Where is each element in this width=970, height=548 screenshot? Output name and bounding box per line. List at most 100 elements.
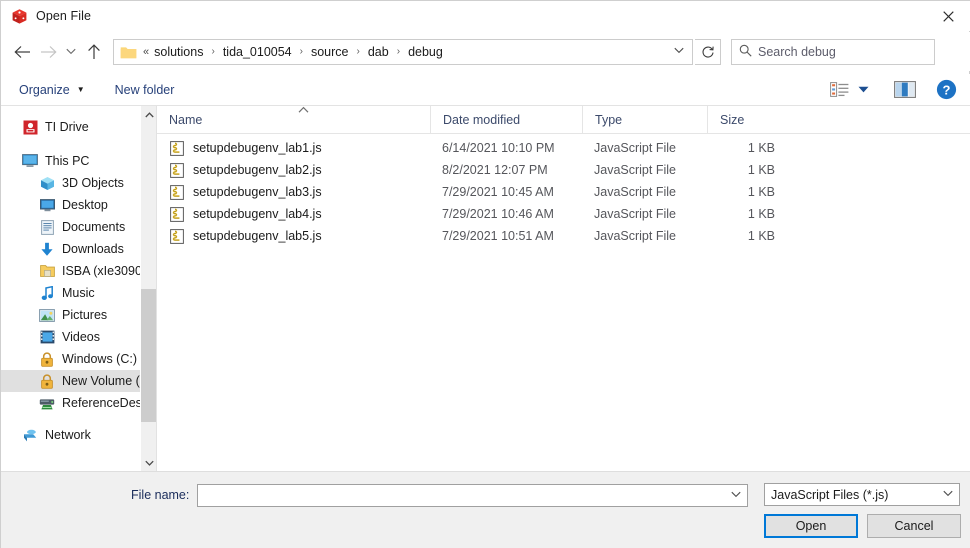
sidebar-item-documents[interactable]: Documents	[1, 216, 156, 238]
chevron-down-icon	[66, 48, 76, 55]
file-type: JavaScript File	[594, 229, 676, 243]
address-bar[interactable]: « solutions › tida_010054 › source › dab…	[113, 38, 693, 65]
red-cube-icon	[10, 7, 28, 25]
breadcrumb-item-tida_010054[interactable]: tida_010054	[222, 45, 293, 59]
file-type-select[interactable]: JavaScript Files (*.js)	[764, 483, 960, 506]
table-row[interactable]: setupdebugenv_lab4.js 7/29/2021 10:46 AM…	[157, 203, 970, 225]
sidebar-item-isba[interactable]: ISBA (xIe3090dm	[1, 260, 156, 282]
js-file-icon	[169, 140, 185, 156]
preview-pane-button[interactable]	[891, 78, 919, 102]
sidebar-item-label: 3D Objects	[62, 176, 124, 190]
column-header-type[interactable]: Type	[582, 105, 707, 134]
table-row[interactable]: setupdebugenv_lab3.js 7/29/2021 10:45 AM…	[157, 181, 970, 203]
sidebar-item-label: Documents	[62, 220, 126, 234]
sidebar-item-network[interactable]: Network	[1, 424, 156, 446]
file-name-cell: setupdebugenv_lab1.js	[157, 140, 430, 156]
command-bar: Organize ▼ New folder ?	[1, 74, 970, 106]
recent-locations-button[interactable]	[61, 39, 81, 65]
column-header-name[interactable]: Name	[157, 106, 430, 134]
scroll-up-button[interactable]	[141, 106, 156, 123]
sidebar-item-3d-objects[interactable]: 3D Objects	[1, 172, 156, 194]
breadcrumb-item-dab[interactable]: dab	[367, 45, 390, 59]
sidebar-item-ti-drive[interactable]: TI Drive	[1, 116, 156, 138]
sidebar-item-label: Music	[62, 286, 95, 300]
column-header-label: Name	[169, 112, 203, 127]
pictures-icon	[39, 307, 55, 323]
column-header-label: Date modified	[443, 112, 521, 127]
breadcrumb-overflow[interactable]: «	[143, 46, 153, 58]
sidebar-item-label: Pictures	[62, 308, 108, 322]
file-type: JavaScript File	[594, 141, 676, 155]
help-button[interactable]: ?	[933, 77, 959, 103]
breadcrumb-separator[interactable]: ›	[293, 46, 310, 57]
file-name: setupdebugenv_lab3.js	[193, 185, 322, 199]
navigation-sidebar[interactable]: TI Drive This PC 3D Objects Desktop Docu…	[1, 106, 156, 471]
3d-objects-icon	[39, 175, 55, 191]
search-box[interactable]: Search debug	[731, 38, 935, 65]
chevron-down-icon[interactable]	[727, 490, 745, 501]
documents-icon	[39, 219, 55, 235]
file-date: 7/29/2021 10:46 AM	[442, 207, 554, 221]
search-icon	[732, 44, 758, 60]
sidebar-item-pictures[interactable]: Pictures	[1, 304, 156, 326]
new-folder-label: New folder	[114, 82, 175, 97]
file-name-input[interactable]	[197, 483, 748, 507]
up-button[interactable]	[81, 39, 107, 65]
column-header-date-modified[interactable]: Date modified	[430, 105, 582, 134]
column-header-size[interactable]: Size	[707, 105, 787, 134]
table-row[interactable]: setupdebugenv_lab1.js 6/14/2021 10:10 PM…	[157, 137, 970, 159]
sidebar-item-videos[interactable]: Videos	[1, 326, 156, 348]
scrollbar-thumb[interactable]	[141, 289, 156, 422]
address-dropdown-button[interactable]	[668, 46, 690, 57]
file-name: setupdebugenv_lab4.js	[193, 207, 322, 221]
sidebar-item-referencedesign[interactable]: ReferenceDesign	[1, 392, 156, 414]
table-row[interactable]: setupdebugenv_lab5.js 7/29/2021 10:51 AM…	[157, 225, 970, 247]
desktop-icon	[39, 197, 55, 213]
scroll-down-button[interactable]	[141, 454, 156, 471]
change-view-button[interactable]	[825, 78, 853, 102]
file-size: 1 KB	[747, 229, 775, 243]
this-pc-icon	[22, 153, 38, 169]
view-dropdown-button[interactable]	[853, 78, 873, 102]
sidebar-scrollbar[interactable]	[140, 106, 156, 471]
file-size: 1 KB	[747, 163, 775, 177]
breadcrumb-item-source[interactable]: source	[310, 45, 350, 59]
table-row[interactable]: setupdebugenv_lab2.js 8/2/2021 12:07 PM …	[157, 159, 970, 181]
search-input[interactable]: Search debug	[758, 45, 836, 59]
forward-button[interactable]	[35, 39, 61, 65]
open-button[interactable]: Open	[764, 514, 858, 538]
organize-button[interactable]: Organize ▼	[13, 78, 91, 102]
sidebar-item-downloads[interactable]: Downloads	[1, 238, 156, 260]
close-button[interactable]	[925, 1, 970, 31]
breadcrumb-item-debug[interactable]: debug	[407, 45, 444, 59]
file-name: setupdebugenv_lab1.js	[193, 141, 322, 155]
sidebar-item-label: Desktop	[62, 198, 108, 212]
sidebar-item-label: TI Drive	[45, 120, 89, 134]
close-icon	[942, 10, 954, 22]
file-name-cell: setupdebugenv_lab4.js	[157, 206, 430, 222]
cancel-button[interactable]: Cancel	[867, 514, 961, 538]
sidebar-item-new-volume-d[interactable]: New Volume (D:)	[1, 370, 156, 392]
view-controls: ?	[825, 77, 970, 103]
breadcrumb-item-solutions[interactable]: solutions	[153, 45, 204, 59]
svg-text:?: ?	[942, 82, 950, 97]
ti-drive-icon	[22, 119, 38, 135]
locked-drive-icon	[39, 373, 55, 389]
sidebar-item-desktop[interactable]: Desktop	[1, 194, 156, 216]
column-header-label: Size	[720, 112, 745, 127]
title-bar: Open File	[1, 1, 970, 31]
arrow-up-icon	[88, 43, 100, 59]
back-button[interactable]	[9, 39, 35, 65]
sidebar-item-this-pc[interactable]: This PC	[1, 150, 156, 172]
file-date: 7/29/2021 10:45 AM	[442, 185, 554, 199]
refresh-button[interactable]	[695, 38, 721, 65]
arrow-left-icon	[13, 45, 30, 58]
new-folder-button[interactable]: New folder	[109, 78, 181, 102]
chevron-down-icon[interactable]	[939, 489, 957, 500]
breadcrumb-separator[interactable]: ›	[350, 46, 367, 57]
breadcrumb-separator[interactable]: ›	[204, 46, 221, 57]
sidebar-item-windows-c[interactable]: Windows (C:)	[1, 348, 156, 370]
breadcrumb-separator[interactable]: ›	[390, 46, 407, 57]
sidebar-item-music[interactable]: Music	[1, 282, 156, 304]
chevron-down-icon	[674, 47, 684, 54]
